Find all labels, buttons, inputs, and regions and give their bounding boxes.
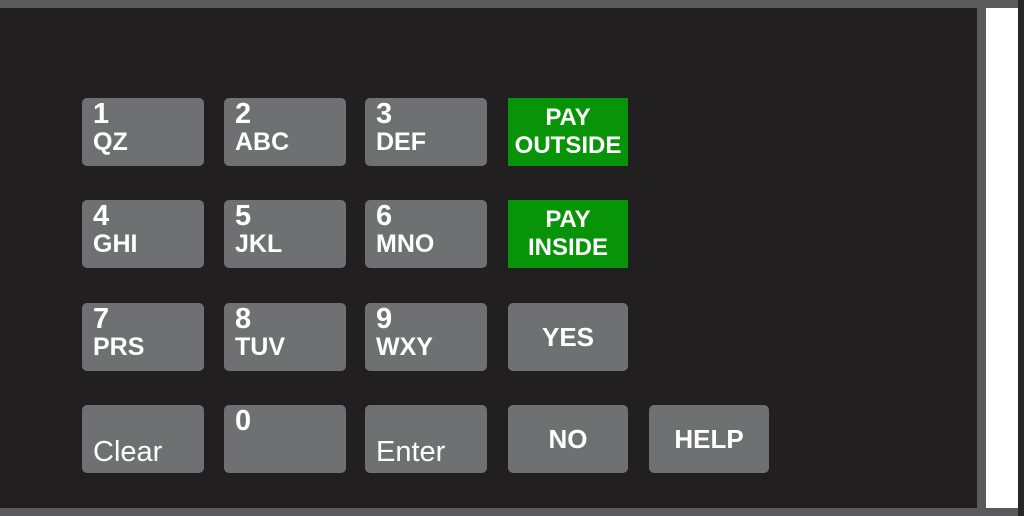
key-help[interactable]: HELP	[649, 405, 769, 473]
key-6-digit: 6	[376, 200, 393, 232]
key-0-digit: 0	[235, 405, 252, 437]
key-0[interactable]: 0	[224, 405, 346, 473]
key-5[interactable]: 5 JKL	[224, 200, 346, 268]
key-7-letters: PRS	[93, 333, 145, 361]
key-3[interactable]: 3 DEF	[365, 98, 487, 166]
outer-right-edge	[1018, 0, 1024, 516]
key-pay-outside[interactable]: PAY OUTSIDE	[508, 98, 628, 166]
key-no-label: NO	[548, 424, 588, 454]
key-pay-inside[interactable]: PAY INSIDE	[508, 200, 628, 268]
key-yes-label: YES	[541, 322, 595, 352]
panel-right-divider	[977, 8, 986, 508]
key-8[interactable]: 8 TUV	[224, 303, 346, 371]
key-4[interactable]: 4 GHI	[82, 200, 204, 268]
keypad-overlay: 1 QZ 2 ABC 3 DEF PAY OUTSIDE 4 GHI 5 JKL…	[0, 0, 1024, 516]
key-2-digit: 2	[235, 98, 252, 130]
key-3-letters: DEF	[376, 128, 426, 156]
key-2-letters: ABC	[235, 128, 290, 156]
key-7[interactable]: 7 PRS	[82, 303, 204, 371]
key-5-letters: JKL	[235, 230, 283, 258]
key-9[interactable]: 9 WXY	[365, 303, 487, 371]
pay-inside-line-1: PAY	[545, 206, 591, 233]
key-8-digit: 8	[235, 303, 252, 335]
keypad-row-3: 7 PRS 8 TUV 9 WXY YES	[82, 303, 782, 371]
key-9-letters: WXY	[376, 333, 433, 361]
key-help-label: HELP	[674, 424, 744, 454]
key-7-digit: 7	[93, 303, 110, 335]
key-4-letters: GHI	[93, 230, 138, 258]
key-9-digit: 9	[376, 303, 393, 335]
key-1-letters: QZ	[93, 128, 128, 156]
key-pay-outside-label: PAY OUTSIDE	[508, 104, 628, 160]
pay-outside-line-1: PAY	[545, 104, 591, 131]
key-4-digit: 4	[93, 200, 110, 232]
keypad-row-1: 1 QZ 2 ABC 3 DEF PAY OUTSIDE	[82, 98, 782, 166]
key-3-digit: 3	[376, 98, 393, 130]
keypad-faceplate: 1 QZ 2 ABC 3 DEF PAY OUTSIDE 4 GHI 5 JKL…	[0, 8, 977, 508]
key-pay-inside-label: PAY INSIDE	[508, 206, 628, 262]
key-6-letters: MNO	[376, 230, 435, 258]
key-no[interactable]: NO	[508, 405, 628, 473]
keypad-grid: 1 QZ 2 ABC 3 DEF PAY OUTSIDE 4 GHI 5 JKL…	[82, 98, 782, 474]
key-1-digit: 1	[93, 98, 110, 130]
pay-outside-line-2: OUTSIDE	[514, 132, 622, 159]
key-8-letters: TUV	[235, 333, 285, 361]
pay-inside-line-2: INSIDE	[527, 234, 608, 261]
key-6[interactable]: 6 MNO	[365, 200, 487, 268]
key-clear[interactable]: Clear	[82, 405, 204, 473]
key-yes[interactable]: YES	[508, 303, 628, 371]
key-enter[interactable]: Enter	[365, 405, 487, 473]
key-2[interactable]: 2 ABC	[224, 98, 346, 166]
keypad-row-2: 4 GHI 5 JKL 6 MNO PAY INSIDE	[82, 200, 782, 268]
key-clear-label: Clear	[93, 436, 163, 468]
key-enter-label: Enter	[376, 436, 446, 468]
keypad-row-4: Clear 0 Enter NO HELP	[82, 405, 782, 473]
key-5-digit: 5	[235, 200, 252, 232]
key-1[interactable]: 1 QZ	[82, 98, 204, 166]
side-white-strip	[986, 8, 1018, 508]
